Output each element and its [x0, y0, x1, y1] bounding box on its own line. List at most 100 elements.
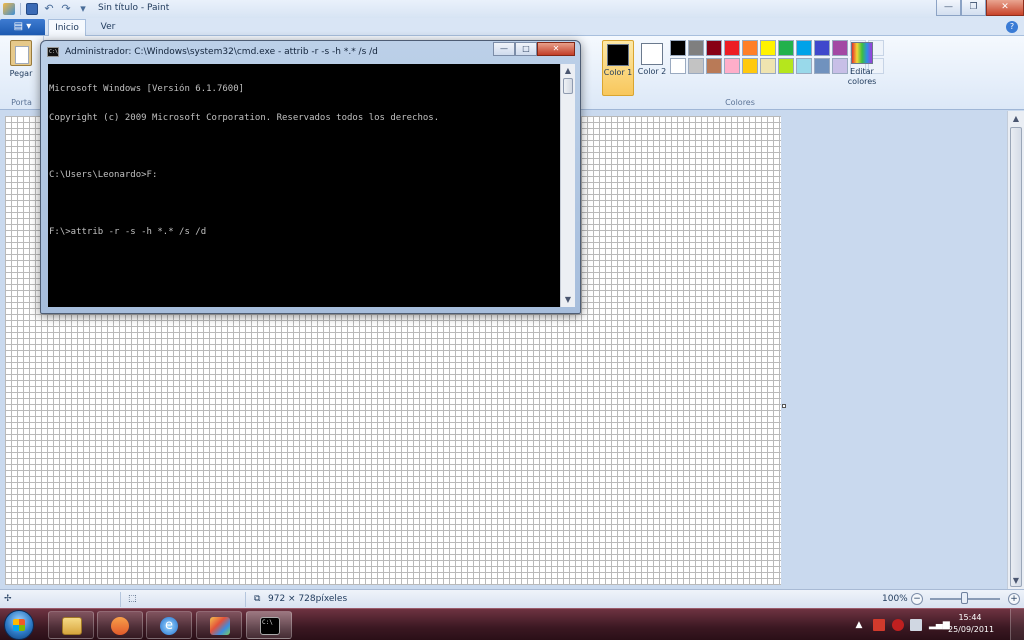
cmd-maximize-button[interactable]: □ [515, 42, 537, 56]
action-center-icon[interactable] [873, 619, 885, 631]
palette-swatch[interactable] [670, 40, 686, 56]
minimize-button[interactable]: — [936, 0, 961, 16]
divider [120, 592, 121, 607]
palette-swatch[interactable] [688, 58, 704, 74]
folder-icon [62, 617, 82, 635]
color2-swatch [641, 43, 663, 65]
color1-button[interactable]: Color 1 [602, 40, 634, 96]
paste-label: Pegar [9, 69, 33, 78]
palette-swatch[interactable] [742, 40, 758, 56]
edit-colors-label: Editar colores [847, 67, 877, 86]
palette-swatch[interactable] [670, 58, 686, 74]
cmd-scrollbar[interactable]: ▲ ▼ [560, 64, 575, 307]
tab-inicio[interactable]: Inicio [48, 19, 86, 36]
cmd-title-bar[interactable]: C:\ Administrador: C:\Windows\system32\c… [47, 44, 378, 60]
zoom-out-button[interactable]: − [911, 593, 923, 605]
window-title: Sin título - Paint [98, 3, 170, 13]
palette-swatch[interactable] [724, 40, 740, 56]
quick-access-toolbar: ↶ ↷ ▾ [3, 2, 94, 16]
colors-group-label: Colores [725, 98, 755, 107]
taskbar-paint-button[interactable] [196, 611, 242, 639]
palette-swatch[interactable] [760, 58, 776, 74]
console-line: Copyright (c) 2009 Microsoft Corporation… [49, 112, 440, 123]
close-button[interactable]: ✕ [986, 0, 1024, 16]
divider [245, 592, 246, 607]
palette-swatch[interactable] [742, 58, 758, 74]
clock-date: 25/09/2011 [948, 625, 995, 634]
palette-swatch[interactable] [796, 40, 812, 56]
palette-swatch[interactable] [706, 40, 722, 56]
ribbon-tabs: ▤ ▾ Inicio Ver ? [0, 18, 1024, 36]
network-icon[interactable] [910, 619, 922, 631]
paint-taskbar-icon [210, 617, 230, 635]
palette-swatch[interactable] [724, 58, 740, 74]
clock[interactable]: 15:44 25/09/2011 [948, 612, 995, 636]
edit-colors-button[interactable]: Editar colores [846, 42, 878, 87]
palette-swatch[interactable] [688, 40, 704, 56]
zoom-in-button[interactable]: + [1008, 593, 1020, 605]
signal-icon[interactable]: ▂▄▆ [929, 619, 950, 631]
undo-icon[interactable]: ↶ [43, 3, 55, 15]
customize-toolbar-icon[interactable]: ▾ [77, 3, 89, 15]
cmd-title: Administrador: C:\Windows\system32\cmd.e… [65, 47, 378, 57]
color1-label: Color 1 [603, 68, 633, 77]
tab-ver[interactable]: Ver [92, 19, 124, 36]
status-bar: ✢ ⬚ ⧉ 972 × 728píxeles 100% − + [0, 589, 1024, 608]
paint-app-icon[interactable] [3, 3, 15, 15]
maximize-button[interactable]: ❐ [961, 0, 986, 16]
scroll-up-arrow[interactable]: ▲ [1008, 112, 1024, 126]
taskbar-cmd-button[interactable]: C:\ [246, 611, 292, 639]
taskbar-media-button[interactable] [97, 611, 143, 639]
show-hidden-icons-icon[interactable]: ▲ [853, 619, 865, 631]
vertical-scrollbar[interactable]: ▲ ▼ [1007, 111, 1024, 589]
palette-swatch[interactable] [796, 58, 812, 74]
start-button[interactable] [4, 610, 34, 640]
console-line: Microsoft Windows [Versión 6.1.7600] [49, 84, 245, 94]
show-desktop-button[interactable] [1010, 609, 1024, 640]
image-size-text: 972 × 728píxeles [268, 594, 348, 604]
clipboard-group-label: Porta [11, 98, 32, 107]
palette-swatch[interactable] [814, 40, 830, 56]
palette-swatch[interactable] [778, 58, 794, 74]
cmd-scroll-up-arrow[interactable]: ▲ [561, 64, 575, 78]
security-icon[interactable] [892, 619, 904, 631]
window-controls: — ❐ ✕ [936, 0, 1024, 16]
color2-button[interactable]: Color 2 [636, 40, 668, 96]
selection-size-icon: ⬚ [128, 594, 137, 604]
color2-label: Color 2 [637, 67, 667, 76]
scroll-down-arrow[interactable]: ▼ [1008, 574, 1024, 588]
cursor-position-icon: ✢ [4, 594, 12, 604]
taskbar-ie-button[interactable]: e [146, 611, 192, 639]
taskbar: e C:\ ▲ ▂▄▆ 15:44 25/09/2011 [0, 608, 1024, 640]
console-line: F:\>attrib -r -s -h *.* /s /d [49, 226, 207, 237]
divider [20, 3, 21, 15]
help-icon[interactable]: ? [1006, 21, 1018, 33]
console-output[interactable]: Microsoft Windows [Versión 6.1.7600] Cop… [48, 64, 560, 307]
cmd-icon: C:\ [47, 47, 59, 57]
cmd-scroll-down-arrow[interactable]: ▼ [561, 293, 575, 307]
media-player-icon [111, 617, 129, 635]
paste-button[interactable]: Pegar [4, 40, 38, 78]
console-line: C:\Users\Leonardo>F: [49, 169, 158, 180]
paint-menu-button[interactable]: ▤ ▾ [0, 19, 45, 35]
palette-swatch[interactable] [814, 58, 830, 74]
title-bar: ↶ ↷ ▾ Sin título - Paint — ❐ ✕ [0, 0, 1024, 18]
clipboard-group: Pegar Porta [0, 36, 44, 110]
scroll-thumb[interactable] [1010, 127, 1022, 587]
cmd-window-controls: — □ ✕ [493, 42, 575, 56]
palette-swatch[interactable] [706, 58, 722, 74]
palette-swatch[interactable] [760, 40, 776, 56]
canvas-resize-handle[interactable] [782, 404, 786, 408]
cmd-close-button[interactable]: ✕ [537, 42, 575, 56]
redo-icon[interactable]: ↷ [60, 3, 72, 15]
zoom-slider-thumb[interactable] [961, 592, 968, 604]
cmd-window[interactable]: C:\ Administrador: C:\Windows\system32\c… [40, 40, 581, 314]
save-icon[interactable] [26, 3, 38, 15]
cmd-minimize-button[interactable]: — [493, 42, 515, 56]
internet-explorer-icon: e [160, 617, 178, 635]
palette-swatch[interactable] [778, 40, 794, 56]
cmd-scroll-thumb[interactable] [563, 78, 573, 94]
taskbar-explorer-button[interactable] [48, 611, 94, 639]
